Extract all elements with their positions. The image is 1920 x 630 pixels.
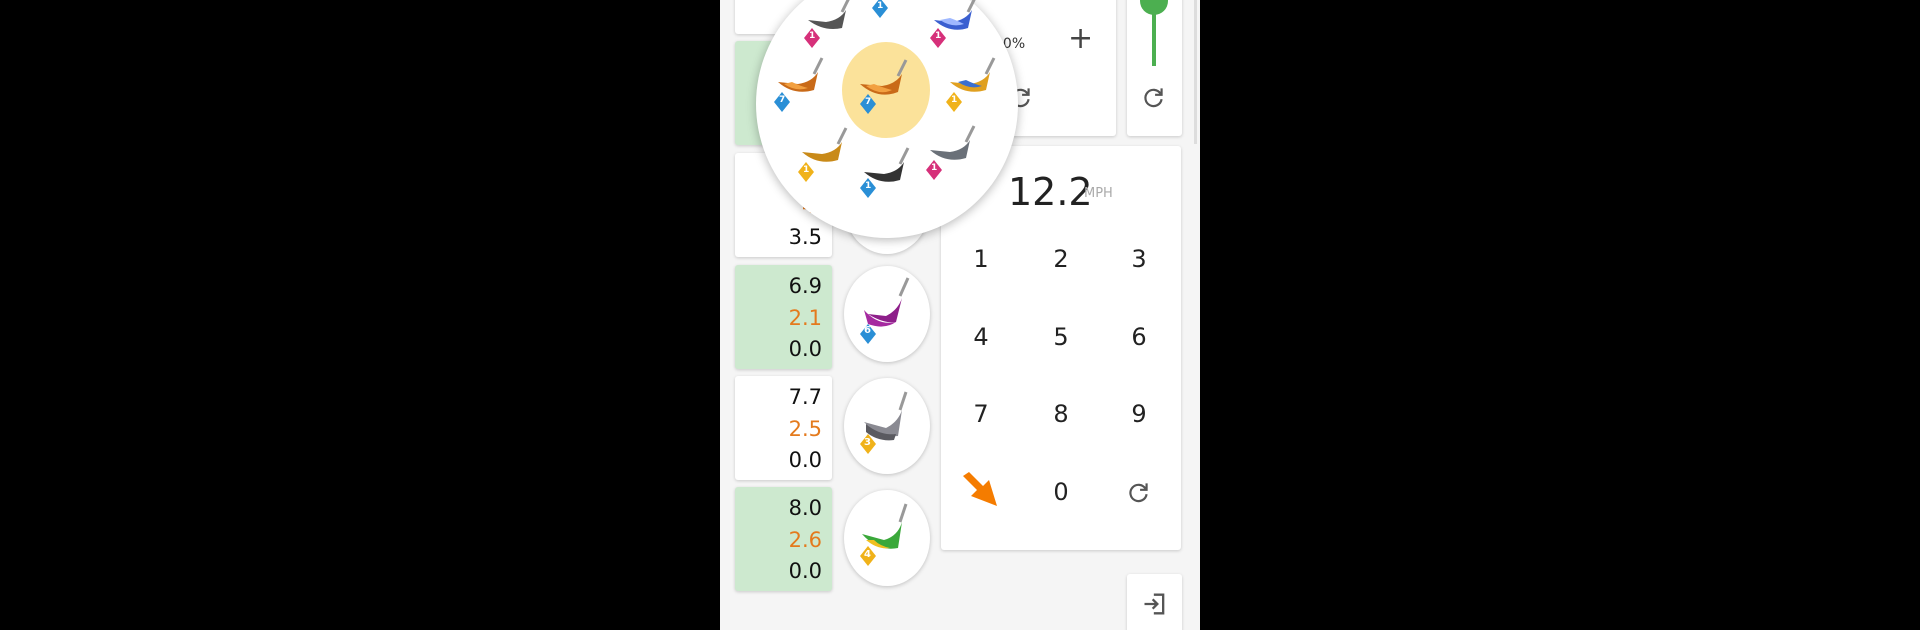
stat-card[interactable]: 7.7 2.5 0.0: [735, 376, 832, 480]
stat-card[interactable]: 6.9 2.1 0.0: [735, 265, 832, 369]
wheel-club-selected[interactable]: 7: [852, 54, 916, 120]
club-number: 7: [779, 95, 786, 105]
key-5[interactable]: 5: [1031, 312, 1091, 362]
club-number: 1: [951, 95, 958, 105]
stat-value-1: 8.0: [788, 496, 822, 520]
club-button[interactable]: 6: [844, 266, 930, 362]
club-number: 1: [803, 165, 810, 175]
dark-iron-icon: [860, 147, 910, 198]
club-number: 3: [864, 437, 871, 448]
bronze-iron-icon: [774, 57, 824, 112]
silver-iron-icon: [804, 0, 850, 48]
wheel-club-gold[interactable]: 1: [792, 122, 856, 188]
stat-card[interactable]: 8.0 2.6 0.0: [735, 487, 832, 591]
club-number: 1: [931, 163, 938, 173]
stat-value-1: 7.7: [788, 385, 822, 409]
stat-value-3: 0.0: [788, 337, 822, 361]
club-number: 1: [865, 181, 872, 191]
refresh-icon[interactable]: [1141, 84, 1167, 110]
stat-value-2: 2.6: [788, 528, 822, 552]
silver-iron-icon: [860, 391, 908, 454]
stat-value-3: 0.0: [788, 559, 822, 583]
slider-card: [1127, 0, 1182, 136]
refresh-icon[interactable]: [1126, 479, 1152, 505]
speed-value: 12.2: [1008, 170, 1093, 214]
key-1[interactable]: 1: [951, 234, 1011, 284]
wheel-club-top[interactable]: 1: [864, 0, 928, 26]
plus-button[interactable]: +: [1068, 24, 1093, 54]
stat-value-3: 3.5: [788, 225, 822, 249]
club-number: 1: [809, 31, 816, 41]
wheel-club-grey[interactable]: 1: [920, 120, 984, 186]
wheel-club-gold-blue[interactable]: 1: [940, 52, 1004, 118]
club-number: 1: [935, 31, 942, 41]
stat-value-1: 6.9: [788, 274, 822, 298]
exit-button[interactable]: [1127, 574, 1182, 630]
green-iron-icon: [860, 503, 908, 566]
power-slider-thumb[interactable]: [1140, 0, 1168, 15]
key-4[interactable]: 4: [951, 312, 1011, 362]
key-3[interactable]: 3: [1109, 234, 1169, 284]
gold-iron-icon: [946, 57, 996, 112]
keypad-card: 12.2 MPH 1 2 3 4 5 6 7 8 9 0: [941, 146, 1181, 550]
club-number: 1: [877, 1, 884, 11]
speed-unit: MPH: [1084, 186, 1113, 201]
gold-iron-icon: [798, 127, 848, 182]
key-0[interactable]: 0: [1031, 467, 1091, 517]
club-button[interactable]: 3: [844, 378, 930, 474]
key-6[interactable]: 6: [1109, 312, 1169, 362]
wheel-club-silver[interactable]: 1: [796, 0, 860, 56]
wheel-club-bronze[interactable]: 7: [768, 52, 832, 118]
iron-icon: [872, 0, 888, 18]
wheel-club-dark[interactable]: 1: [854, 142, 918, 208]
blue-iron-icon: [930, 0, 976, 48]
edge-divider: [1194, 0, 1197, 144]
grey-iron-icon: [926, 125, 976, 180]
key-7[interactable]: 7: [951, 389, 1011, 439]
club-button[interactable]: 4: [844, 490, 930, 586]
club-number: 7: [865, 97, 872, 107]
key-9[interactable]: 9: [1109, 389, 1169, 439]
key-8[interactable]: 8: [1031, 389, 1091, 439]
stat-value-2: 2.1: [788, 306, 822, 330]
stat-value-3: 0.0: [788, 448, 822, 472]
purple-iron-icon: [860, 277, 910, 344]
bronze-iron-icon: [860, 59, 908, 114]
stat-value-2: 2.5: [788, 417, 822, 441]
wheel-club-blue[interactable]: 1: [922, 0, 986, 56]
key-2[interactable]: 2: [1031, 234, 1091, 284]
exit-icon: [1144, 593, 1165, 615]
club-number: 4: [864, 549, 871, 560]
club-number: 6: [864, 325, 871, 336]
orange-arrow-icon[interactable]: [959, 468, 1007, 512]
